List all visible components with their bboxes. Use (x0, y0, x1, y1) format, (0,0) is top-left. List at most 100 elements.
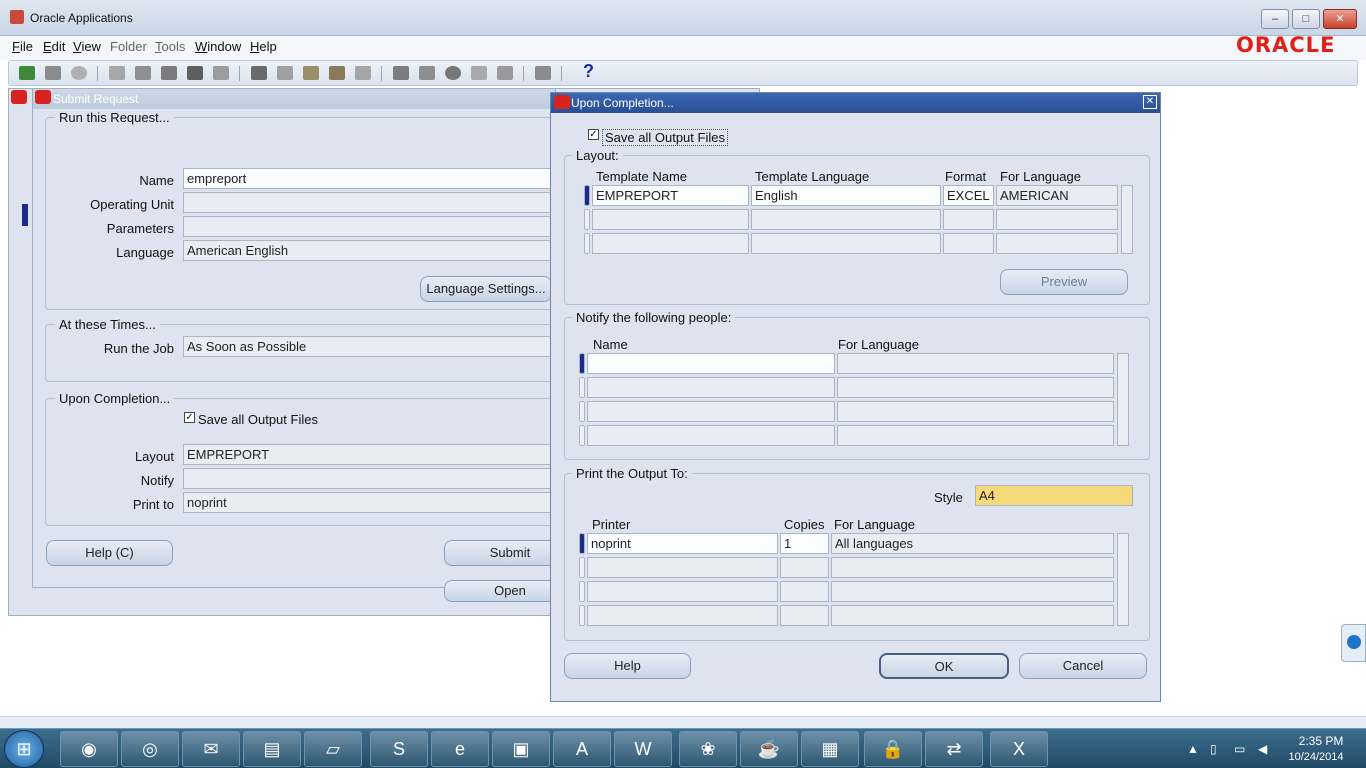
layout-language-cell[interactable]: English (751, 185, 941, 206)
edit-field-icon[interactable] (393, 66, 409, 80)
layout-row-marker[interactable] (584, 233, 590, 254)
skype-icon[interactable]: S (370, 731, 428, 767)
print-for-language-cell[interactable] (831, 581, 1114, 602)
word-icon[interactable]: W (614, 731, 672, 767)
print-icon[interactable] (187, 66, 203, 80)
toad-icon[interactable]: ❀ (679, 731, 737, 767)
layout-format-cell[interactable] (943, 209, 994, 230)
clock-time[interactable]: 2:35 PM (1291, 734, 1351, 748)
layout-language-cell[interactable] (751, 209, 941, 230)
print-row-marker[interactable] (579, 533, 585, 554)
notify-row-marker[interactable] (579, 377, 585, 398)
notify-scrollbar[interactable] (1117, 353, 1129, 446)
notify-name-cell[interactable] (587, 353, 835, 374)
access-icon[interactable]: A (553, 731, 611, 767)
teamviewer-side-tab[interactable] (1341, 624, 1366, 662)
layout-for-language-cell[interactable] (996, 233, 1118, 254)
menu-tools[interactable]: Tools (155, 39, 185, 54)
run-job-field[interactable]: As Soon as Possible (183, 336, 551, 357)
layout-for-language-cell[interactable] (996, 209, 1118, 230)
delete-icon[interactable] (355, 66, 371, 80)
maximize-button[interactable]: □ (1292, 9, 1320, 29)
layout-scrollbar[interactable] (1121, 185, 1133, 254)
submit-help-button[interactable]: Help (C) (46, 540, 173, 566)
printer-cell[interactable] (587, 605, 778, 626)
switch-responsibility-icon[interactable] (161, 66, 177, 80)
start-button[interactable]: ⊞ (4, 730, 44, 768)
layout-template-cell[interactable]: EMPREPORT (592, 185, 749, 206)
style-field[interactable]: A4 (975, 485, 1133, 506)
remote-desktop-icon[interactable]: ▣ (492, 731, 550, 767)
explorer-folder-icon[interactable]: ▤ (243, 731, 301, 767)
menu-file[interactable]: File (12, 39, 33, 54)
layout-row-marker[interactable] (584, 209, 590, 230)
folder-tools-icon[interactable] (497, 66, 513, 80)
save-proceed-icon[interactable] (135, 66, 151, 80)
ok-button[interactable]: OK (879, 653, 1009, 679)
menu-window[interactable]: Window (195, 39, 241, 54)
name-field[interactable]: empreport (183, 168, 551, 189)
parameters-field[interactable] (183, 216, 551, 237)
firefox-icon[interactable]: ◉ (60, 731, 118, 767)
find-icon[interactable] (45, 66, 61, 80)
notify-field[interactable] (183, 468, 551, 489)
internet-explorer-icon[interactable]: e (431, 731, 489, 767)
print-row-marker[interactable] (579, 605, 585, 626)
outlook-icon[interactable]: ✉ (182, 731, 240, 767)
print-scrollbar[interactable] (1117, 533, 1129, 626)
printer-cell[interactable]: noprint (587, 533, 778, 554)
translations-icon[interactable] (445, 66, 461, 80)
new-icon[interactable] (19, 66, 35, 80)
menu-edit[interactable]: Edit (43, 39, 65, 54)
copies-cell[interactable] (780, 581, 829, 602)
print-for-language-cell[interactable] (831, 557, 1114, 578)
network-icon[interactable]: ▭ (1234, 742, 1245, 756)
notify-row-marker[interactable] (579, 401, 585, 422)
save-icon[interactable] (109, 66, 125, 80)
menu-folder[interactable]: Folder (110, 39, 147, 54)
teamviewer-taskbar-icon[interactable]: ⇄ (925, 731, 983, 767)
notify-for-language-cell[interactable] (837, 377, 1114, 398)
print-row-marker[interactable] (579, 581, 585, 602)
navigator-icon[interactable] (71, 66, 87, 80)
notify-for-language-cell[interactable] (837, 401, 1114, 422)
copies-cell[interactable] (780, 605, 829, 626)
notify-for-language-cell[interactable] (837, 353, 1114, 374)
upon-close-icon[interactable]: ✕ (1143, 95, 1157, 109)
menu-view[interactable]: View (73, 39, 101, 54)
layout-for-language-cell[interactable]: AMERICAN (996, 185, 1118, 206)
print-row-marker[interactable] (579, 557, 585, 578)
copies-cell[interactable] (780, 557, 829, 578)
sql-developer-icon[interactable]: ▦ (801, 731, 859, 767)
attachments-icon[interactable] (471, 66, 487, 80)
notify-row-marker[interactable] (579, 425, 585, 446)
clock-date[interactable]: 10/24/2014 (1281, 751, 1351, 763)
menu-help[interactable]: Help (250, 39, 277, 54)
save-output-checkbox[interactable]: ✓ (184, 412, 195, 423)
upon-save-output-checkbox[interactable]: ✓ (588, 129, 599, 140)
print-to-field[interactable]: noprint (183, 492, 551, 513)
layout-format-cell[interactable]: EXCEL (943, 185, 994, 206)
cut-icon[interactable] (251, 66, 267, 80)
help-icon[interactable]: ? (583, 61, 594, 82)
minimize-button[interactable]: – (1261, 9, 1289, 29)
notify-for-language-cell[interactable] (837, 425, 1114, 446)
printer-cell[interactable] (587, 557, 778, 578)
layout-template-cell[interactable] (592, 209, 749, 230)
notify-name-cell[interactable] (587, 401, 835, 422)
volume-icon[interactable]: ◀ (1258, 742, 1267, 756)
show-hidden-icons-icon[interactable]: ▲ (1187, 742, 1199, 756)
language-field[interactable]: American English (183, 240, 551, 261)
excel-icon[interactable]: X (990, 731, 1048, 767)
paste-icon[interactable] (303, 66, 319, 80)
language-settings-button[interactable]: Language Settings... (420, 276, 552, 302)
layout-format-cell[interactable] (943, 233, 994, 254)
layout-row-marker[interactable] (584, 185, 590, 206)
layout-template-cell[interactable] (592, 233, 749, 254)
notify-row-marker[interactable] (579, 353, 585, 374)
vpn-lock-icon[interactable]: 🔒 (864, 731, 922, 767)
upon-help-button[interactable]: Help (564, 653, 691, 679)
printer-cell[interactable] (587, 581, 778, 602)
notify-name-cell[interactable] (587, 377, 835, 398)
layout-language-cell[interactable] (751, 233, 941, 254)
